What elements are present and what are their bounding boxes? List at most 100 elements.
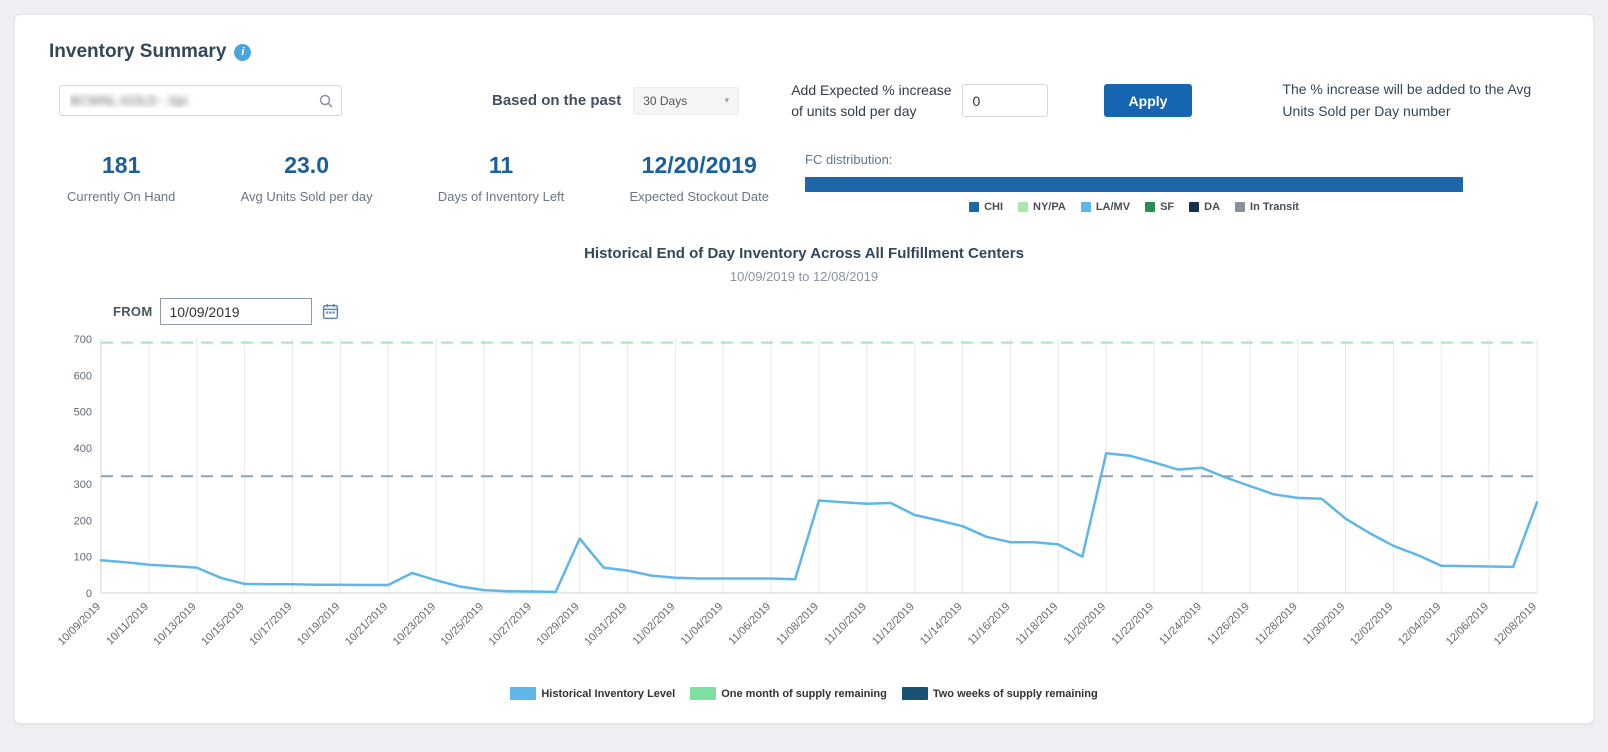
svg-text:11/12/2019: 11/12/2019 [870, 601, 917, 648]
svg-text:11/18/2019: 11/18/2019 [1014, 601, 1061, 648]
fc-distribution-label: FC distribution: [805, 152, 1463, 167]
legend-label: SF [1160, 201, 1174, 213]
legend-item: In Transit [1235, 201, 1299, 213]
svg-text:10/15/2019: 10/15/2019 [199, 601, 246, 648]
stat-label: Days of Inventory Left [438, 189, 564, 204]
stat-value: 181 [67, 152, 175, 179]
svg-text:10/25/2019: 10/25/2019 [439, 601, 486, 648]
legend-swatch [510, 687, 536, 700]
svg-text:11/04/2019: 11/04/2019 [679, 601, 726, 648]
legend-label: LA/MV [1096, 201, 1130, 213]
chart-header: Historical End of Day Inventory Across A… [49, 245, 1559, 284]
search-box [59, 85, 342, 116]
svg-text:11/20/2019: 11/20/2019 [1061, 601, 1108, 648]
legend-swatch [690, 687, 716, 700]
stats-group: 181 Currently On Hand 23.0 Avg Units Sol… [49, 152, 775, 213]
legend-label: NY/PA [1033, 201, 1066, 213]
legend-label: CHI [984, 201, 1003, 213]
svg-text:11/22/2019: 11/22/2019 [1109, 601, 1156, 648]
legend-item: SF [1145, 201, 1174, 213]
legend-item: Two weeks of supply remaining [902, 687, 1098, 700]
svg-text:11/28/2019: 11/28/2019 [1253, 601, 1300, 648]
legend-swatch [969, 202, 979, 212]
legend-label: Historical Inventory Level [541, 688, 675, 700]
svg-text:11/08/2019: 11/08/2019 [774, 601, 821, 648]
chart-legend: Historical Inventory Level One month of s… [49, 687, 1559, 700]
legend-label: In Transit [1250, 201, 1299, 213]
svg-text:600: 600 [74, 371, 92, 383]
increase-label: Add Expected % increase of units sold pe… [791, 80, 951, 121]
from-label: FROM [113, 304, 152, 319]
stat-value: 11 [438, 152, 564, 179]
svg-text:10/23/2019: 10/23/2019 [391, 601, 438, 648]
legend-swatch [1235, 202, 1245, 212]
increase-percent-input[interactable] [962, 84, 1048, 117]
stat-label: Currently On Hand [67, 189, 175, 204]
controls-row: Based on the past 30 Days ▾ Add Expected… [49, 79, 1559, 122]
svg-text:11/06/2019: 11/06/2019 [726, 601, 773, 648]
svg-text:12/02/2019: 12/02/2019 [1348, 601, 1395, 648]
svg-text:12/04/2019: 12/04/2019 [1396, 601, 1443, 648]
legend-item: LA/MV [1081, 201, 1130, 213]
info-icon[interactable]: i [234, 44, 251, 61]
svg-text:10/31/2019: 10/31/2019 [582, 601, 629, 648]
svg-text:10/19/2019: 10/19/2019 [295, 601, 342, 648]
svg-text:10/29/2019: 10/29/2019 [534, 601, 581, 648]
stat-days-inventory-left: 11 Days of Inventory Left [432, 152, 570, 213]
stat-label: Avg Units Sold per day [241, 189, 373, 204]
svg-text:11/16/2019: 11/16/2019 [966, 601, 1013, 648]
legend-swatch [1018, 202, 1028, 212]
svg-text:300: 300 [74, 479, 92, 491]
legend-swatch [1189, 202, 1199, 212]
legend-swatch [1081, 202, 1091, 212]
svg-text:10/11/2019: 10/11/2019 [104, 601, 151, 648]
legend-label: Two weeks of supply remaining [933, 688, 1098, 700]
svg-text:11/10/2019: 11/10/2019 [822, 601, 869, 648]
chart-title: Historical End of Day Inventory Across A… [49, 245, 1559, 262]
legend-item: DA [1189, 201, 1220, 213]
legend-label: DA [1204, 201, 1220, 213]
period-dropdown[interactable]: 30 Days ▾ [633, 87, 739, 115]
stat-label: Expected Stockout Date [630, 189, 769, 204]
svg-text:10/17/2019: 10/17/2019 [247, 601, 294, 648]
svg-text:10/21/2019: 10/21/2019 [343, 601, 390, 648]
search-icon[interactable] [318, 93, 334, 109]
calendar-icon[interactable] [322, 303, 339, 320]
svg-text:0: 0 [86, 588, 92, 600]
fc-distribution: FC distribution: CHI NY/PA LA/MV SF DA In Tra… [805, 152, 1463, 213]
stats-row: 181 Currently On Hand 23.0 Avg Units Sol… [49, 152, 1559, 213]
legend-item: NY/PA [1018, 201, 1066, 213]
increase-hint: The % increase will be added to the Avg … [1282, 79, 1531, 122]
card-header: Inventory Summary i [49, 41, 1559, 63]
legend-swatch [902, 687, 928, 700]
svg-text:500: 500 [74, 407, 92, 419]
stat-avg-units-sold: 23.0 Avg Units Sold per day [235, 152, 379, 213]
stat-expected-stockout-date: 12/20/2019 Expected Stockout Date [624, 152, 775, 213]
svg-text:200: 200 [74, 516, 92, 528]
period-dropdown-value: 30 Days [643, 94, 687, 108]
inventory-line-chart: 010020030040050060070010/09/201910/11/20… [49, 327, 1551, 685]
search-input[interactable] [59, 85, 342, 116]
legend-item: CHI [969, 201, 1003, 213]
chevron-down-icon: ▾ [725, 95, 730, 106]
from-date-input[interactable] [160, 298, 312, 325]
svg-text:10/13/2019: 10/13/2019 [151, 601, 198, 648]
svg-text:11/26/2019: 11/26/2019 [1205, 601, 1252, 648]
apply-button[interactable]: Apply [1104, 84, 1193, 117]
svg-text:11/02/2019: 11/02/2019 [631, 601, 678, 648]
svg-text:10/09/2019: 10/09/2019 [56, 601, 103, 648]
svg-text:400: 400 [74, 443, 92, 455]
chart-subtitle: 10/09/2019 to 12/08/2019 [49, 269, 1559, 284]
legend-item: One month of supply remaining [690, 687, 887, 700]
svg-text:11/30/2019: 11/30/2019 [1301, 601, 1348, 648]
stat-value: 23.0 [241, 152, 373, 179]
inventory-chart-area: 010020030040050060070010/09/201910/11/20… [49, 327, 1559, 700]
page-title: Inventory Summary [49, 41, 226, 63]
svg-text:11/14/2019: 11/14/2019 [918, 601, 965, 648]
fc-distribution-legend: CHI NY/PA LA/MV SF DA In Transit [805, 201, 1463, 213]
fc-distribution-bar [805, 177, 1463, 192]
legend-swatch [1145, 202, 1155, 212]
svg-text:12/08/2019: 12/08/2019 [1492, 601, 1539, 648]
stat-value: 12/20/2019 [630, 152, 769, 179]
svg-text:10/27/2019: 10/27/2019 [487, 601, 534, 648]
